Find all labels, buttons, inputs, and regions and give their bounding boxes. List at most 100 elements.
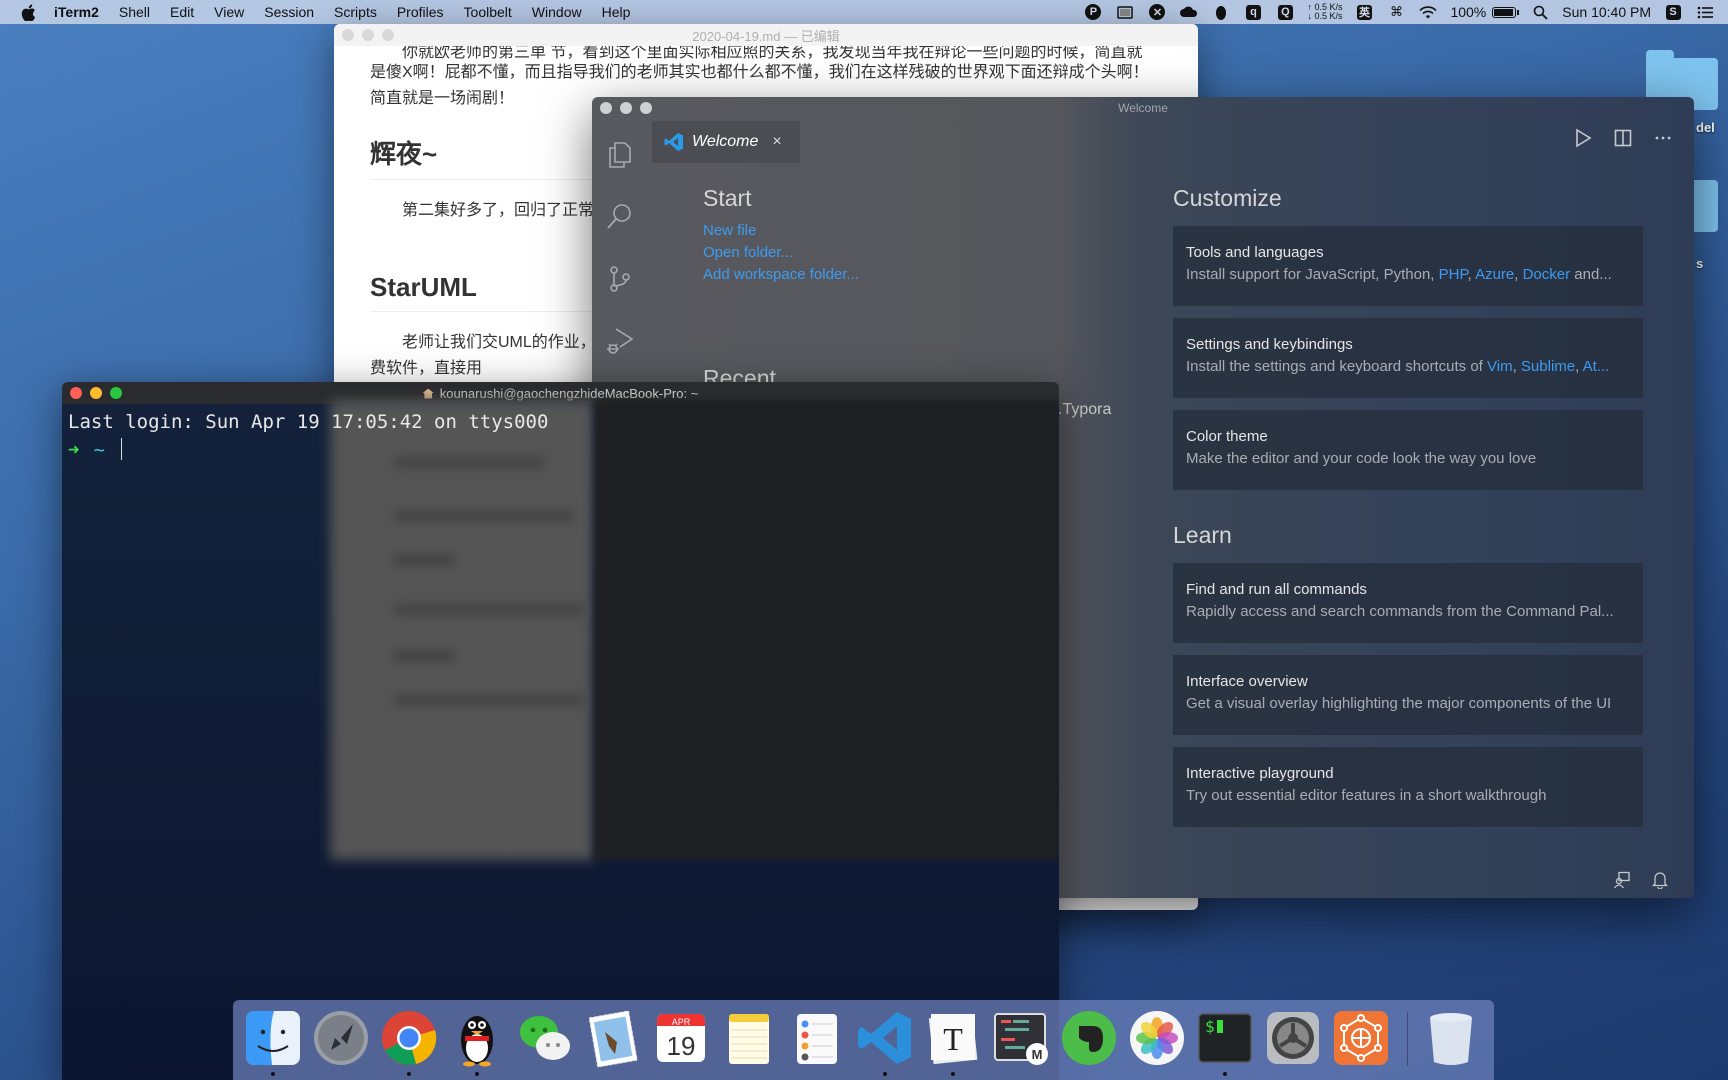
dock-photos[interactable] (1127, 1008, 1187, 1068)
more-actions-icon[interactable] (1652, 127, 1674, 149)
clock[interactable]: Sun 10:40 PM (1562, 4, 1651, 20)
blurred-text (394, 510, 574, 522)
blurred-text (394, 554, 454, 566)
menu-view[interactable]: View (214, 4, 244, 20)
dock-finder[interactable] (243, 1008, 303, 1076)
terminal-body[interactable]: Last login: Sun Apr 19 17:05:42 on ttys0… (62, 400, 1059, 1080)
dock-calendar[interactable]: APR 19 (651, 1008, 711, 1068)
cloud-icon[interactable] (1180, 3, 1198, 21)
home-icon (422, 388, 434, 399)
azure-link[interactable]: Azure (1475, 266, 1514, 283)
running-indicator (883, 1072, 887, 1076)
dock-trash[interactable] (1421, 1008, 1481, 1068)
menu-session[interactable]: Session (264, 4, 314, 20)
desktop-folder-label[interactable]: s (1696, 256, 1703, 271)
running-indicator (407, 1072, 411, 1076)
dock-evernote[interactable] (1059, 1008, 1119, 1068)
desktop-folder-label[interactable]: del (1696, 120, 1715, 135)
menu-toolbelt[interactable]: Toolbelt (464, 4, 512, 20)
dock-network-app[interactable] (1331, 1008, 1391, 1068)
dock-mweb[interactable]: M (991, 1008, 1051, 1068)
notifications-bell-icon[interactable] (1650, 870, 1670, 890)
text-cursor (120, 438, 122, 460)
dock-reminders[interactable] (787, 1008, 847, 1068)
notification-center-icon[interactable] (1696, 3, 1714, 21)
dock-mail[interactable] (583, 1008, 643, 1068)
recent-item[interactable]: .Typora (1058, 401, 1111, 419)
run-icon[interactable] (1572, 127, 1594, 149)
menu-shell[interactable]: Shell (119, 4, 150, 20)
menu-edit[interactable]: Edit (170, 4, 194, 20)
new-file-link[interactable]: New file (703, 220, 859, 242)
menu-window[interactable]: Window (532, 4, 582, 20)
network-speed[interactable]: ↑ 0.5 K/s ↓ 0.5 K/s (1307, 3, 1342, 21)
menu-app-name[interactable]: iTerm2 (54, 4, 99, 20)
card-description: Try out essential editor features in a s… (1186, 787, 1547, 804)
tab-close-icon[interactable]: × (772, 133, 781, 151)
battery-percent[interactable]: 100% (1450, 4, 1486, 20)
typora-titlebar[interactable]: 2020-04-19.md — 已编辑 (334, 24, 1198, 46)
clipboard-icon[interactable]: q (1244, 3, 1262, 21)
atom-link[interactable]: At... (1583, 358, 1610, 375)
status-bar-icons (1594, 870, 1670, 890)
menu-scripts[interactable]: Scripts (334, 4, 377, 20)
card-title: Settings and keybindings (1186, 336, 1353, 353)
battery-icon[interactable] (1492, 6, 1520, 18)
search-icon[interactable] (604, 201, 636, 233)
start-section: Start New file Open folder... Add worksp… (703, 185, 859, 286)
live-share-feedback-icon[interactable] (1612, 870, 1632, 890)
find-and-run-commands-card[interactable]: Find and run all commands Rapidly access… (1173, 563, 1643, 643)
card-title: Tools and languages (1186, 244, 1324, 261)
calendar-month: APR (671, 1017, 691, 1027)
tools-icon[interactable]: ✕ (1148, 3, 1166, 21)
split-editor-icon[interactable] (1612, 127, 1634, 149)
tools-and-languages-card[interactable]: Tools and languages Install support for … (1173, 226, 1643, 306)
learn-heading: Learn (1173, 522, 1232, 548)
apple-menu-icon[interactable] (20, 3, 36, 21)
dock-vscode[interactable] (855, 1008, 915, 1076)
interactive-playground-card[interactable]: Interactive playground Try out essential… (1173, 747, 1643, 827)
dock-typora[interactable]: T (923, 1008, 983, 1076)
tab-label: Welcome (692, 133, 759, 150)
qq-tray-icon[interactable] (1212, 3, 1230, 21)
sogou-icon[interactable]: S (1664, 3, 1682, 21)
dock-wechat[interactable] (515, 1008, 575, 1068)
display-icon[interactable] (1116, 3, 1134, 21)
tab-welcome[interactable]: Welcome × (652, 121, 800, 163)
dock-qq[interactable] (447, 1008, 507, 1076)
card-description: Install support for JavaScript, Python, … (1186, 266, 1612, 283)
sublime-link[interactable]: Sublime (1521, 358, 1575, 375)
calendar-day: 19 (666, 1031, 696, 1061)
card-title: Interface overview (1186, 673, 1308, 690)
php-link[interactable]: PHP (1439, 266, 1468, 283)
prompt-line[interactable]: ➜ ~ (68, 436, 548, 464)
dock-system-preferences[interactable] (1263, 1008, 1323, 1068)
dock-notes[interactable] (719, 1008, 779, 1068)
dock-launchpad[interactable] (311, 1008, 371, 1068)
qsearch-icon[interactable]: Q (1276, 3, 1294, 21)
color-theme-card[interactable]: Color theme Make the editor and your cod… (1173, 410, 1643, 490)
typora-window-title: 2020-04-19.md — 已编辑 (692, 28, 840, 44)
vscode-titlebar[interactable]: Welcome (592, 97, 1694, 119)
paw-app-icon[interactable]: P (1084, 3, 1102, 21)
run-debug-icon[interactable] (604, 325, 636, 357)
interface-overview-card[interactable]: Interface overview Get a visual overlay … (1173, 655, 1643, 735)
dock-iterm2[interactable]: $ (1195, 1008, 1255, 1076)
learn-section: Learn Find and run all commands Rapidly … (1173, 522, 1643, 827)
bluetooth-icon[interactable]: ⌘ (1387, 3, 1405, 21)
dock-chrome[interactable] (379, 1008, 439, 1076)
source-control-icon[interactable] (604, 263, 636, 295)
menu-help[interactable]: Help (602, 4, 631, 20)
wifi-icon[interactable] (1419, 3, 1438, 21)
explorer-icon[interactable] (604, 139, 636, 171)
input-method-icon[interactable]: 英 (1355, 3, 1373, 21)
transparent-background-vscode (594, 400, 1059, 860)
add-workspace-folder-link[interactable]: Add workspace folder... (703, 264, 859, 286)
settings-and-keybindings-card[interactable]: Settings and keybindings Install the set… (1173, 318, 1643, 398)
blurred-text (394, 604, 584, 616)
spotlight-search-icon[interactable] (1531, 3, 1549, 21)
open-folder-link[interactable]: Open folder... (703, 242, 859, 264)
docker-link[interactable]: Docker (1523, 266, 1571, 283)
menu-profiles[interactable]: Profiles (397, 4, 444, 20)
vim-link[interactable]: Vim (1487, 358, 1513, 375)
